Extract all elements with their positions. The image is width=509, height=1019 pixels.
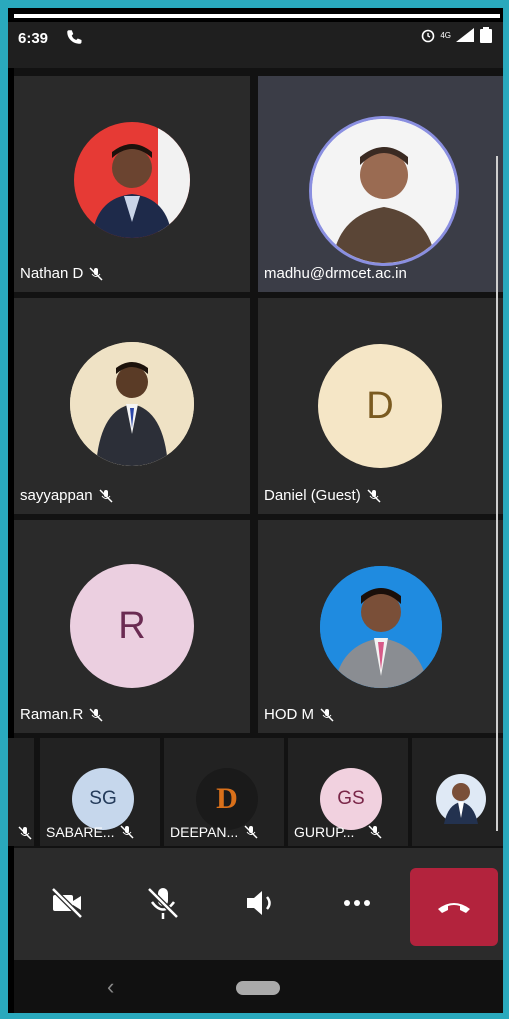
system-nav-bar: ‹ — [14, 960, 503, 1013]
mic-off-icon — [89, 266, 103, 281]
call-controls — [14, 848, 503, 960]
mic-off-icon — [368, 825, 382, 839]
mic-off-icon — [367, 488, 381, 503]
participant-tile[interactable]: R Raman.R — [14, 520, 250, 733]
participant-grid: Nathan D madhu@drmcet.ac.in sayyappan D … — [14, 68, 503, 733]
phone-screen: 6:39 4G Nathan D madhu@drmcet.ac.in sayy… — [8, 8, 503, 1013]
participant-tile[interactable]: HOD M — [258, 520, 503, 733]
hang-up-button[interactable] — [410, 868, 498, 946]
participant-tile[interactable]: Nathan D — [14, 76, 250, 292]
speaker-button[interactable] — [236, 878, 286, 928]
camera-toggle-button[interactable] — [42, 878, 92, 928]
strip-tile[interactable]: SG SABARE... — [40, 738, 160, 846]
mic-off-icon — [320, 707, 334, 722]
strip-tile[interactable]: D DEEPAN... — [164, 738, 284, 846]
participant-photo — [309, 116, 459, 266]
participant-initial-avatar: R — [70, 564, 194, 688]
strip-tile-partial[interactable] — [412, 738, 503, 846]
participant-name: madhu@drmcet.ac.in — [264, 265, 407, 282]
mic-off-icon — [244, 825, 258, 839]
back-icon[interactable]: ‹ — [107, 974, 114, 1000]
speaker-icon — [247, 891, 271, 915]
mic-off-icon — [18, 826, 32, 840]
strip-name: DEEPAN... — [170, 824, 258, 840]
strip-name: SABARE... — [46, 824, 134, 840]
participant-initial-avatar: D — [318, 344, 442, 468]
hang-up-icon — [438, 903, 470, 913]
phone-call-icon — [67, 30, 82, 44]
participant-name: Nathan D — [20, 265, 103, 282]
more-icon — [344, 900, 370, 906]
participant-name: Daniel (Guest) — [264, 487, 381, 504]
status-icons: 4G — [420, 26, 493, 44]
signal-icon — [456, 28, 474, 42]
participant-photo — [74, 122, 190, 238]
battery-icon — [480, 27, 492, 43]
mic-off-icon — [89, 707, 103, 722]
strip-tile[interactable]: GS GURUP... — [288, 738, 408, 846]
participant-tile[interactable]: sayyappan — [14, 298, 250, 514]
strip-name: GURUP... — [294, 824, 382, 840]
strip-avatar: SG — [72, 768, 134, 830]
participant-tile-active[interactable]: madhu@drmcet.ac.in — [258, 76, 503, 292]
alarm-icon — [422, 29, 435, 43]
mic-off-icon — [99, 488, 113, 503]
participant-photo — [70, 342, 194, 466]
strip-tile-partial[interactable] — [8, 738, 34, 846]
participant-name: Raman.R — [20, 706, 103, 723]
participant-name: HOD M — [264, 706, 334, 723]
camera-off-icon — [51, 887, 83, 919]
status-time: 6:39 — [18, 30, 49, 47]
mic-toggle-button[interactable] — [138, 878, 188, 928]
strip-avatar: D — [196, 768, 258, 830]
strip-avatar: GS — [320, 768, 382, 830]
participant-name: sayyappan — [20, 487, 113, 504]
network-type: 4G — [440, 30, 451, 40]
more-options-button[interactable] — [332, 878, 382, 928]
participant-strip[interactable]: SG SABARE... D DEEPAN... GS GURUP... — [8, 733, 503, 848]
mic-off-icon — [120, 825, 134, 839]
participant-photo — [320, 566, 442, 688]
home-pill[interactable] — [236, 981, 280, 995]
screenshot-edge — [496, 156, 498, 831]
strip-photo — [436, 774, 486, 824]
mic-off-icon — [147, 887, 179, 919]
top-border — [8, 8, 503, 22]
participant-tile[interactable]: D Daniel (Guest) — [258, 298, 503, 514]
